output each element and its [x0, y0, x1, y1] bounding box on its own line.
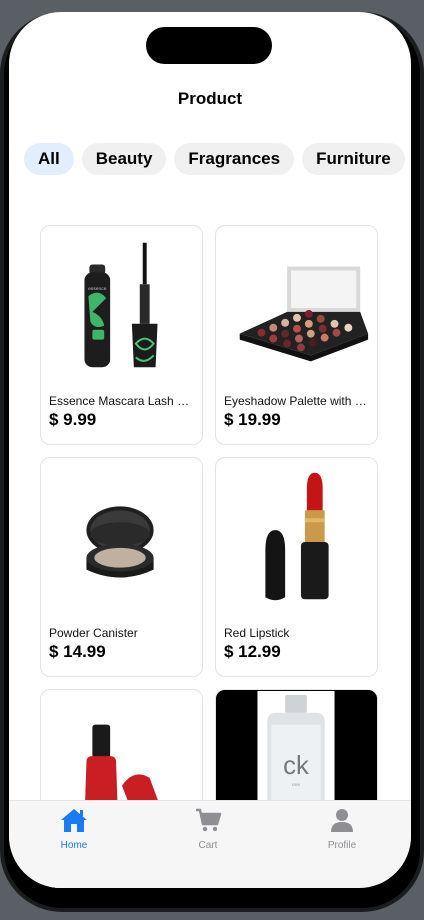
profile-icon [331, 809, 353, 832]
product-card[interactable]: Powder Canister $ 14.99 [40, 457, 203, 677]
product-price: $ 12.99 [224, 642, 281, 661]
tab-home[interactable]: Home [24, 807, 124, 851]
red-lipstick-image [265, 472, 329, 601]
dynamic-island [146, 27, 272, 64]
svg-text:essence: essence [88, 287, 107, 292]
page-title: Product [177, 89, 243, 108]
tab-cart-label: Cart [198, 840, 218, 851]
product-name: Red Lipstick [224, 626, 290, 640]
svg-text:ck: ck [283, 752, 309, 780]
category-chip-all[interactable]: All [24, 143, 74, 175]
product-price: $ 9.99 [49, 410, 97, 429]
product-price: $ 19.99 [224, 410, 281, 429]
powder-canister-image [86, 506, 154, 578]
tab-profile-label: Profile [327, 840, 357, 851]
eyeshadow-palette-image [239, 266, 369, 362]
category-chips: All Beauty Fragrances Furniture [24, 143, 411, 175]
product-grid: essence Essence Mascara Lash Princess $ … [40, 225, 378, 888]
product-name: Essence Mascara Lash Princess [49, 394, 194, 408]
mascara-image: essence [84, 242, 158, 368]
app-screen: Product All Beauty Fragrances Furniture … [9, 12, 411, 888]
tab-bar: Home Cart Profile [9, 800, 411, 888]
category-chip-fragrances[interactable]: Fragrances [174, 143, 295, 175]
tab-profile[interactable]: Profile [292, 807, 392, 851]
tab-cart[interactable]: Cart [158, 807, 258, 851]
product-card[interactable]: Eyeshadow Palette with Mirror $ 19.99 [215, 225, 378, 445]
product-card[interactable]: essence Essence Mascara Lash Princess $ … [40, 225, 203, 445]
product-name: Powder Canister [49, 626, 138, 640]
svg-text:one: one [292, 783, 300, 788]
product-card[interactable]: Red Lipstick $ 12.99 [215, 457, 378, 677]
category-chip-furniture[interactable]: Furniture [302, 143, 405, 175]
cart-icon [196, 808, 222, 832]
tab-home-label: Home [60, 840, 88, 851]
category-chip-beauty[interactable]: Beauty [81, 143, 167, 175]
home-icon [61, 809, 87, 832]
product-price: $ 14.99 [49, 642, 106, 661]
product-name: Eyeshadow Palette with Mirror [224, 394, 369, 408]
